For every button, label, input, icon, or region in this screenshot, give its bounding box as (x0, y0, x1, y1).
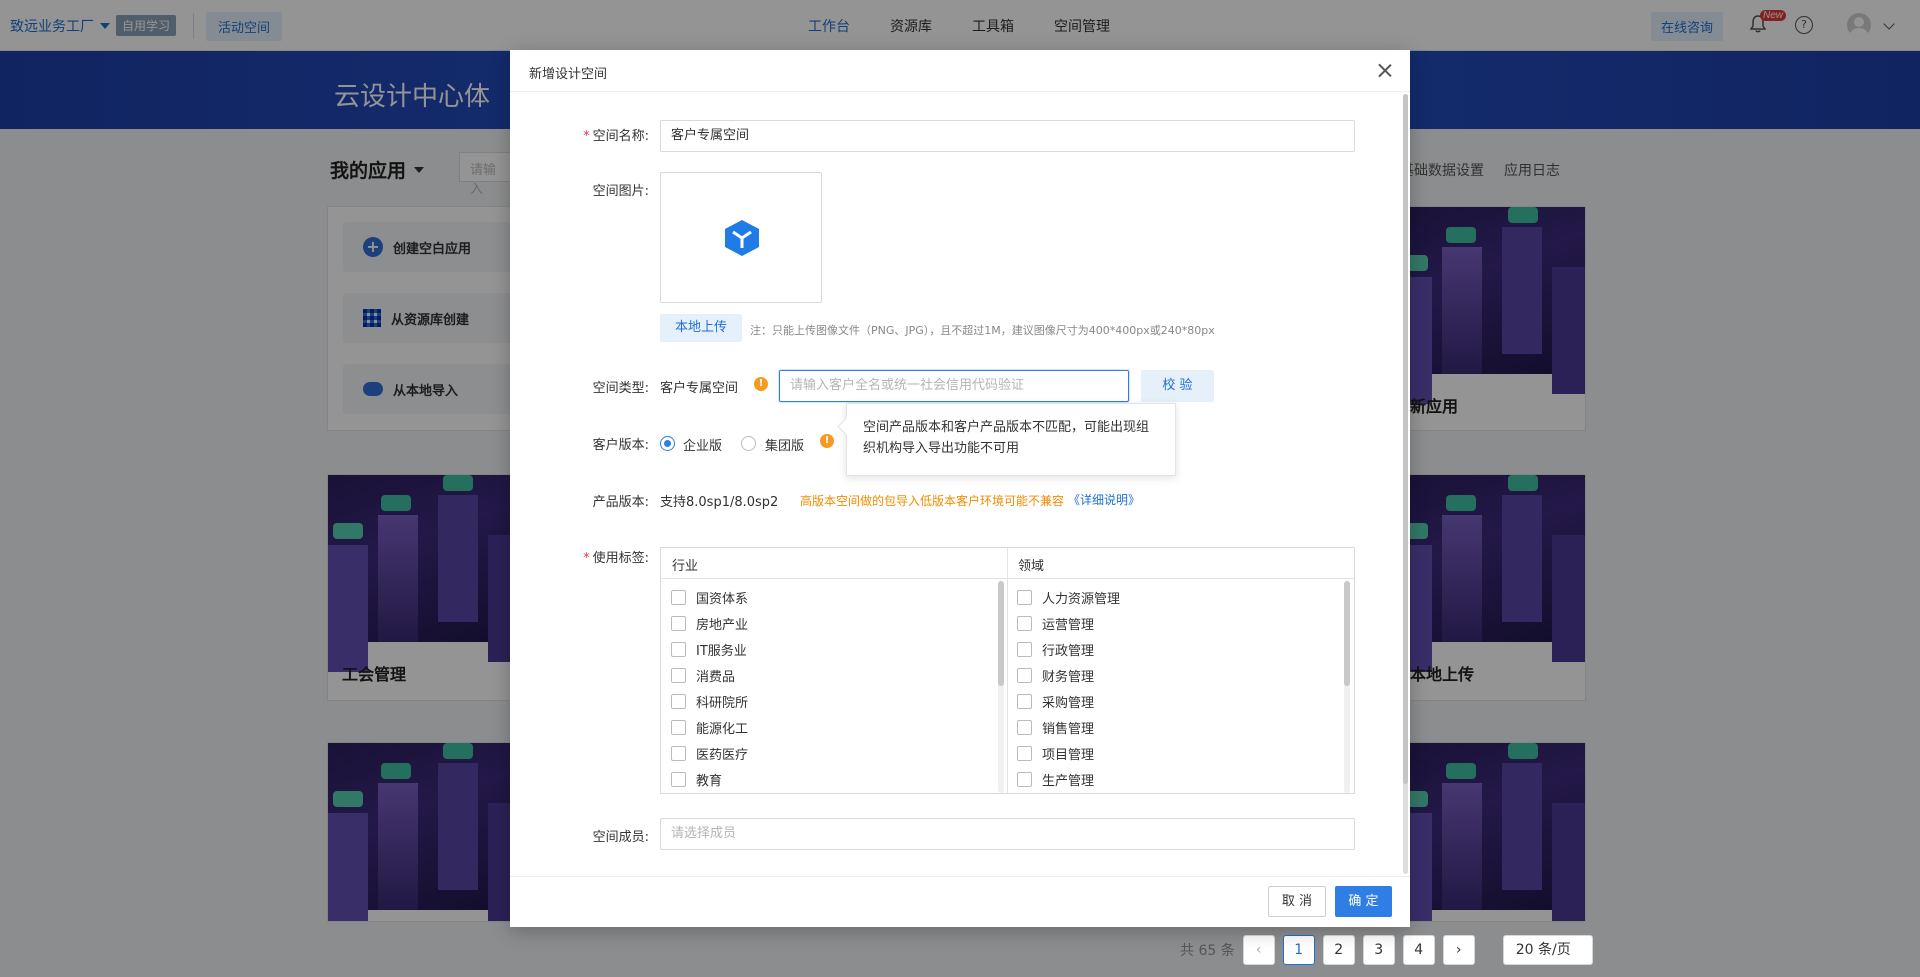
domain-header: 领域 (1018, 559, 1045, 574)
industry-header: 行业 (672, 559, 699, 574)
space-image-label: 空间图片: (592, 184, 649, 199)
upload-note: 注：只能上传图像文件（PNG、JPG），且不超过1M，建议图像尺寸为400*40… (750, 324, 1215, 337)
product-version-value: 支持8.0sp1/8.0sp2 (660, 495, 779, 510)
industry-scrollbar[interactable] (998, 581, 1004, 793)
info-icon[interactable]: ! (754, 377, 768, 391)
edition-group-radio[interactable] (741, 436, 756, 451)
list-item[interactable]: IT服务业 (671, 636, 748, 662)
space-type-value: 客户专属空间 (660, 381, 739, 396)
checkbox[interactable] (671, 589, 686, 605)
verify-button[interactable]: 校 验 (1141, 370, 1214, 402)
list-item[interactable]: 消费品 (671, 662, 748, 688)
pagination-total: 共 65 条 (1180, 943, 1235, 959)
prev-page-button[interactable]: ‹ (1242, 935, 1275, 965)
product-version-label: 产品版本: (592, 495, 649, 510)
page-2-button[interactable]: 2 (1322, 935, 1355, 965)
page-size-select[interactable]: 20 条/页 (1502, 935, 1593, 965)
checkbox[interactable] (671, 719, 686, 735)
list-item[interactable]: 医药医疗 (671, 740, 748, 766)
page-3-button[interactable]: 3 (1362, 935, 1395, 965)
product-version-warning: 高版本空间做的包导入低版本客户环境可能不兼容 (800, 494, 1065, 508)
checkbox[interactable] (671, 615, 686, 631)
list-item[interactable]: 行政管理 (1017, 636, 1120, 662)
edition-enterprise-label[interactable]: 企业版 (683, 435, 722, 454)
edition-enterprise-radio[interactable] (660, 436, 675, 451)
list-item[interactable]: 财务管理 (1017, 662, 1120, 688)
checkbox[interactable] (1017, 589, 1032, 605)
checkbox[interactable] (1017, 719, 1032, 735)
checkbox[interactable] (1017, 745, 1032, 761)
dialog-header-divider (510, 91, 1410, 92)
close-icon[interactable] (1376, 62, 1394, 80)
warning-icon[interactable]: ! (820, 434, 834, 448)
edition-mismatch-tooltip: 空间产品版本和客户产品版本不匹配，可能出现组织机构导入导出功能不可用 (846, 403, 1176, 476)
detail-link[interactable]: 《详细说明》 (1068, 491, 1140, 508)
confirm-button[interactable]: 确 定 (1335, 886, 1392, 917)
list-item[interactable]: 生产管理 (1017, 766, 1120, 792)
tags-column-divider (1007, 548, 1008, 793)
cube-icon (725, 220, 759, 256)
list-item[interactable]: 科研院所 (671, 688, 748, 714)
domain-list: 人力资源管理 运营管理 行政管理 财务管理 采购管理 销售管理 项目管理 生产管… (1017, 584, 1120, 792)
checkbox[interactable] (1017, 641, 1032, 657)
checkbox[interactable] (1017, 667, 1032, 683)
list-item[interactable]: 教育 (671, 766, 748, 792)
list-item[interactable]: 采购管理 (1017, 688, 1120, 714)
customer-edition-label: 客户版本: (592, 438, 649, 453)
page-4-button[interactable]: 4 (1402, 935, 1435, 965)
checkbox[interactable] (1017, 693, 1032, 709)
usage-tags-label: * 使用标签: (583, 551, 649, 566)
checkbox[interactable] (671, 771, 686, 787)
checkbox[interactable] (671, 667, 686, 683)
domain-scrollbar[interactable] (1344, 581, 1350, 793)
list-item[interactable]: 房地产业 (671, 610, 748, 636)
dialog-title: 新增设计空间 (529, 67, 608, 82)
space-members-label: 空间成员: (592, 830, 649, 845)
customer-verify-input[interactable]: 请输入客户全名或统一社会信用代码验证 (779, 370, 1129, 402)
industry-list: 国资体系 房地产业 IT服务业 消费品 科研院所 能源化工 医药医疗 教育 (671, 584, 748, 792)
list-item[interactable]: 销售管理 (1017, 714, 1120, 740)
checkbox[interactable] (671, 641, 686, 657)
page-1-button[interactable]: 1 (1282, 935, 1315, 965)
list-item[interactable]: 能源化工 (671, 714, 748, 740)
list-item[interactable]: 运营管理 (1017, 610, 1120, 636)
list-item[interactable]: 人力资源管理 (1017, 584, 1120, 610)
checkbox[interactable] (671, 745, 686, 761)
space-image-preview[interactable] (660, 172, 822, 303)
space-type-label: 空间类型: (592, 381, 649, 396)
space-members-select[interactable]: 请选择成员 (660, 818, 1355, 850)
space-name-label: * 空间名称: (583, 129, 649, 144)
next-page-button[interactable]: › (1442, 935, 1475, 965)
pagination: 共 65 条 ‹ 1 2 3 4 › 20 条/页 (1180, 935, 1593, 965)
usage-tags-table: 行业 领域 国资体系 房地产业 IT服务业 消费品 科研院所 能源化工 医药医疗… (660, 547, 1355, 794)
checkbox[interactable] (1017, 771, 1032, 787)
new-design-space-dialog: 新增设计空间 * 空间名称: 客户专属空间 空间图片: 本地上传 注：只能上传图像… (510, 50, 1410, 927)
checkbox[interactable] (671, 693, 686, 709)
list-item[interactable]: 国资体系 (671, 584, 748, 610)
checkbox[interactable] (1017, 615, 1032, 631)
dialog-footer-divider (510, 876, 1410, 877)
local-upload-button[interactable]: 本地上传 (660, 314, 742, 342)
dialog-scrollbar[interactable] (1403, 94, 1408, 874)
edition-group-label[interactable]: 集团版 (765, 435, 804, 454)
list-item[interactable]: 项目管理 (1017, 740, 1120, 766)
cancel-button[interactable]: 取 消 (1268, 886, 1326, 917)
space-name-input[interactable]: 客户专属空间 (660, 120, 1355, 152)
